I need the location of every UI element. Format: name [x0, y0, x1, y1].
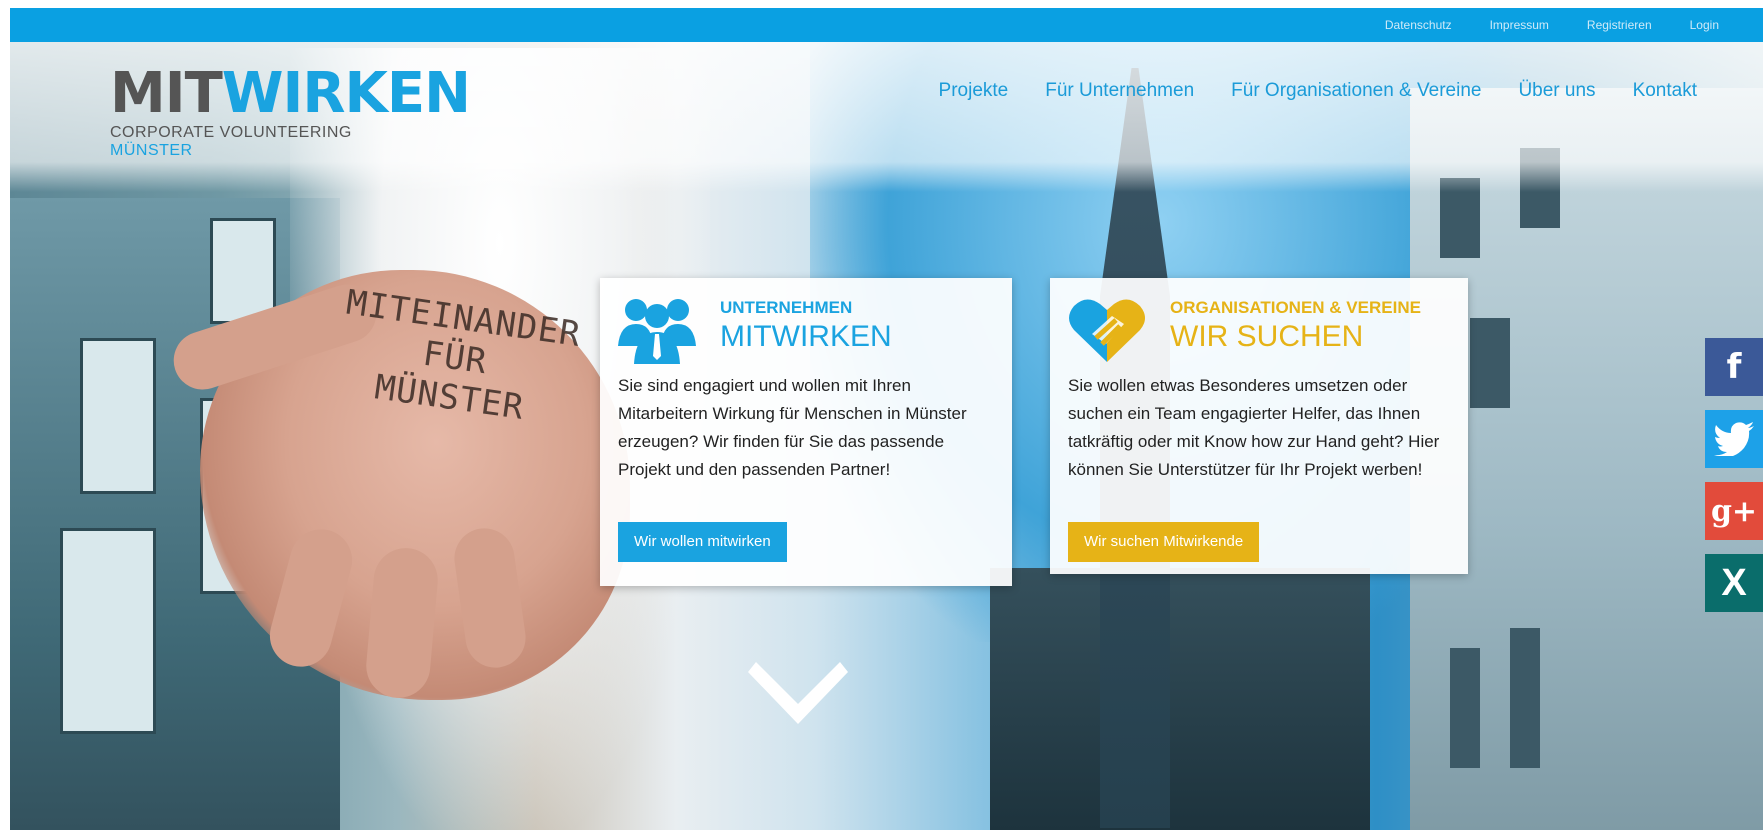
- card-title: MITWIRKEN: [720, 320, 892, 353]
- link-impressum[interactable]: Impressum: [1490, 18, 1549, 32]
- window: [1450, 648, 1480, 768]
- church-facade-image: [990, 568, 1370, 830]
- nav-projekte[interactable]: Projekte: [939, 80, 1009, 102]
- xing-icon[interactable]: X: [1705, 554, 1763, 612]
- logo-wordmark: MITWIRKEN: [110, 66, 471, 122]
- twitter-bird-icon: [1714, 422, 1754, 456]
- card-kicker: ORGANISATIONEN & VEREINE: [1170, 298, 1421, 317]
- top-links: Datenschutz Impressum Registrieren Login: [1385, 8, 1719, 42]
- card-body-text: Sie sind engagiert und wollen mit Ihren …: [618, 376, 967, 479]
- link-registrieren[interactable]: Registrieren: [1587, 18, 1652, 32]
- card-organisationen: ORGANISATIONEN & VEREINE WIR SUCHEN Sie …: [1050, 278, 1468, 574]
- card-unternehmen: UNTERNEHMEN MITWIRKEN Sie sind engagiert…: [600, 278, 1012, 586]
- link-datenschutz[interactable]: Datenschutz: [1385, 18, 1452, 32]
- googleplus-icon[interactable]: g+: [1705, 482, 1763, 540]
- chevron-down-icon[interactable]: [748, 648, 848, 728]
- team-icon: [618, 299, 696, 364]
- handshake-heart-icon: [1069, 299, 1145, 362]
- nav-fuer-unternehmen[interactable]: Für Unternehmen: [1045, 80, 1194, 102]
- site-logo[interactable]: MITWIRKEN CORPORATE VOLUNTEERING MÜNSTER: [110, 66, 471, 160]
- logo-mit: MIT: [110, 61, 223, 126]
- window: [1510, 628, 1540, 768]
- main-nav: Projekte Für Unternehmen Für Organisatio…: [939, 80, 1697, 102]
- window: [60, 528, 156, 734]
- logo-wirken: WIRKEN: [221, 61, 471, 126]
- page-frame: MITEINANDER FÜR MÜNSTER MITWIRKEN CORPOR…: [10, 8, 1763, 830]
- link-login[interactable]: Login: [1690, 18, 1719, 32]
- facebook-icon[interactable]: f: [1705, 338, 1763, 396]
- logo-tagline-right: MÜNSTER: [110, 142, 193, 159]
- logo-tagline: CORPORATE VOLUNTEERING MÜNSTER: [110, 124, 430, 160]
- wir-suchen-mitwirkende-button[interactable]: Wir suchen Mitwirkende: [1068, 522, 1260, 562]
- card-body-text: Sie wollen etwas Besonderes umsetzen ode…: [1068, 376, 1440, 479]
- twitter-icon[interactable]: [1705, 410, 1763, 468]
- nav-ueber-uns[interactable]: Über uns: [1518, 80, 1595, 102]
- top-bar: Datenschutz Impressum Registrieren Login: [10, 8, 1763, 42]
- card-kicker: UNTERNEHMEN: [720, 298, 853, 317]
- window: [80, 338, 156, 494]
- nav-kontakt[interactable]: Kontakt: [1633, 80, 1697, 102]
- wir-wollen-mitwirken-button[interactable]: Wir wollen mitwirken: [618, 522, 787, 562]
- logo-tagline-left: CORPORATE VOLUNTEERING: [110, 124, 352, 141]
- window: [1470, 318, 1510, 408]
- nav-fuer-organisationen[interactable]: Für Organisationen & Vereine: [1231, 80, 1481, 102]
- card-title: WIR SUCHEN: [1170, 320, 1364, 353]
